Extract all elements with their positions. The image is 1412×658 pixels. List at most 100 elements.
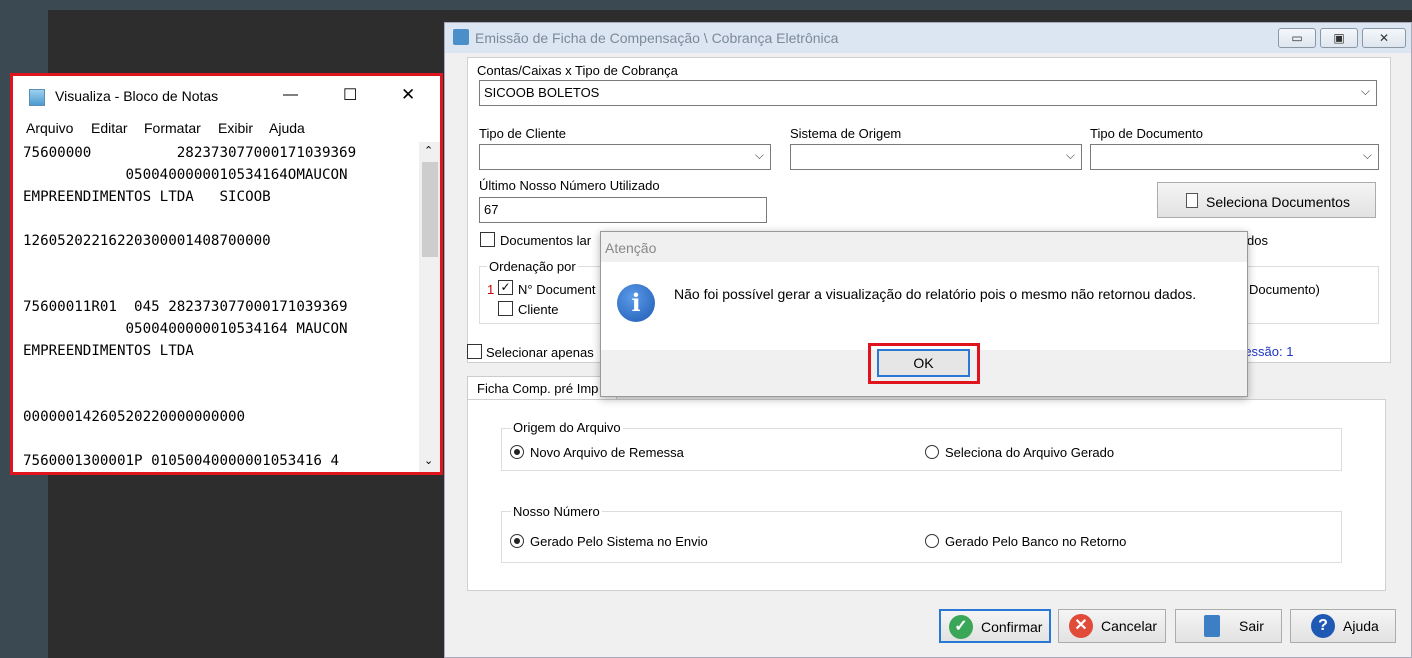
ultimo-nosso-numero-label: Último Nosso Número Utilizado <box>479 178 660 193</box>
tipo-documento-label: Tipo de Documento <box>1090 126 1203 141</box>
dos-label: dos <box>1247 233 1268 248</box>
notepad-text-area[interactable]: 75600000 282373077000171039369 050040000… <box>23 142 419 472</box>
documentos-label: Documentos lar <box>500 233 592 248</box>
check-circle-icon: ✓ <box>949 615 973 639</box>
sistema-origem-combo[interactable]: ⌵ <box>790 144 1082 170</box>
notepad-icon <box>29 89 45 106</box>
confirmar-button[interactable]: ✓ Confirmar <box>939 609 1051 643</box>
notepad-minimize-button[interactable]: — <box>283 86 298 103</box>
notepad-text-line <box>23 384 419 406</box>
exit-door-icon <box>1204 615 1220 637</box>
ajuda-label: Ajuda <box>1343 618 1379 634</box>
tipo-cliente-combo[interactable]: ⌵ <box>479 144 771 170</box>
dialog-titlebar: Emissão de Ficha de Compensação \ Cobran… <box>445 23 1411 53</box>
notepad-window: Visualiza - Bloco de Notas — ☐ ✕ Arquivo… <box>10 73 443 475</box>
notepad-text-line <box>23 208 419 230</box>
notepad-text-line: 0500400000010534164OMAUCON <box>23 167 348 183</box>
cancelar-label: Cancelar <box>1101 618 1158 634</box>
ordenacao-cliente-checkbox[interactable] <box>498 301 513 316</box>
menu-formatar[interactable]: Formatar <box>144 120 201 136</box>
scroll-down-icon[interactable]: ⌄ <box>424 454 433 467</box>
notepad-text-line: 75600000 282373077000171039369 <box>23 145 357 161</box>
alert-message: Não foi possível gerar a visualização do… <box>674 286 1197 302</box>
notepad-text-line: 00000014260520220000000000 <box>23 409 246 425</box>
impressao-label: ressão: 1 <box>1240 344 1294 359</box>
ordenacao-cliente-label: Cliente <box>518 302 559 317</box>
dialog-close-button[interactable]: ✕ <box>1362 28 1406 48</box>
gerado-banco-label: Gerado Pelo Banco no Retorno <box>945 534 1127 549</box>
ok-button[interactable]: OK <box>877 349 970 377</box>
scroll-up-icon[interactable]: ⌃ <box>424 144 433 157</box>
notepad-text-line <box>23 252 419 274</box>
document-search-icon <box>1186 193 1198 208</box>
contas-value: SICOOB BOLETOS <box>484 85 600 100</box>
notepad-text-line <box>23 362 419 384</box>
notepad-text-line: 75600011R01 045 282373077000171039369 <box>23 299 348 315</box>
alert-body: i Não foi possível gerar a visualização … <box>601 262 1247 350</box>
selecionar-apenas-checkbox[interactable] <box>467 344 482 359</box>
nosso-numero-label: Nosso Número <box>511 504 602 519</box>
ordenacao-documento-checkbox[interactable]: ✓ <box>498 280 513 295</box>
novo-arquivo-radio[interactable] <box>510 445 524 459</box>
notepad-text-line: EMPREENDIMENTOS LTDA SICOOB <box>23 189 271 205</box>
cancelar-button[interactable]: ✕ Cancelar <box>1058 609 1166 643</box>
ajuda-button[interactable]: ? Ajuda <box>1290 609 1396 643</box>
alert-dialog: Atenção i Não foi possível gerar a visua… <box>600 231 1248 397</box>
notepad-text-line <box>23 274 419 296</box>
contas-combo[interactable]: SICOOB BOLETOS ⌵ <box>479 80 1377 106</box>
info-icon: i <box>617 284 655 322</box>
scroll-thumb[interactable] <box>422 162 438 257</box>
documento-label: Documento) <box>1249 282 1320 297</box>
tab-ficha-comp[interactable]: Ficha Comp. pré Imp <box>467 376 617 400</box>
notepad-text-line: EMPREENDIMENTOS LTDA <box>23 343 194 359</box>
gerado-banco-radio[interactable] <box>925 534 939 548</box>
documentos-checkbox[interactable] <box>480 232 495 247</box>
ultimo-nosso-numero-input[interactable]: 67 <box>479 197 767 223</box>
chevron-down-icon: ⌵ <box>1065 148 1075 162</box>
novo-arquivo-label: Novo Arquivo de Remessa <box>530 445 684 460</box>
chevron-down-icon: ⌵ <box>1360 84 1370 98</box>
alert-title: Atenção <box>605 240 657 256</box>
ordenacao-documento-label: N° Document <box>518 282 596 297</box>
seleciona-arquivo-radio[interactable] <box>925 445 939 459</box>
cancel-icon: ✕ <box>1069 614 1093 638</box>
contas-label: Contas/Caixas x Tipo de Cobrança <box>477 63 678 78</box>
ultimo-nosso-numero-value: 67 <box>484 202 499 217</box>
seleciona-documentos-button[interactable]: Seleciona Documentos <box>1157 182 1376 218</box>
notepad-text-line: 12605202216220300001408700000 <box>23 233 271 249</box>
menu-arquivo[interactable]: Arquivo <box>26 120 73 136</box>
tipo-documento-combo[interactable]: ⌵ <box>1090 144 1379 170</box>
notepad-maximize-button[interactable]: ☐ <box>343 85 357 105</box>
sair-button[interactable]: Sair <box>1175 609 1282 643</box>
gerado-sistema-label: Gerado Pelo Sistema no Envio <box>530 534 708 549</box>
notepad-text-line <box>23 428 419 450</box>
sair-label: Sair <box>1239 618 1264 634</box>
selecionar-apenas-label: Selecionar apenas <box>486 345 594 360</box>
ordenacao-order-number: 1 <box>487 282 495 297</box>
origem-arquivo-label: Origem do Arquivo <box>511 420 623 435</box>
confirmar-label: Confirmar <box>981 619 1043 635</box>
app-icon <box>453 29 469 45</box>
dialog-minimize-button[interactable]: ▭ <box>1278 28 1316 48</box>
ok-label: OK <box>913 355 934 371</box>
ordenacao-label: Ordenação por <box>487 259 578 274</box>
menu-ajuda[interactable]: Ajuda <box>269 120 305 136</box>
tab-ficha-comp-label: Ficha Comp. pré Imp <box>477 381 599 396</box>
sistema-origem-label: Sistema de Origem <box>790 126 902 141</box>
notepad-titlebar: Visualiza - Bloco de Notas — ☐ ✕ <box>13 76 440 114</box>
notepad-text-line: 0500400000010534164 MAUCON <box>23 321 348 337</box>
seleciona-arquivo-label: Seleciona do Arquivo Gerado <box>945 445 1115 460</box>
menu-exibir[interactable]: Exibir <box>218 120 253 136</box>
seleciona-documentos-label: Seleciona Documentos <box>1206 194 1350 210</box>
dialog-title: Emissão de Ficha de Compensação \ Cobran… <box>475 30 839 46</box>
dialog-maximize-button[interactable]: ▣ <box>1320 28 1358 48</box>
notepad-text-line: 7560001300001P 01050040000001053416 4 <box>23 453 340 469</box>
notepad-scrollbar[interactable]: ⌃ ⌄ <box>419 142 440 472</box>
chevron-down-icon: ⌵ <box>1362 148 1372 162</box>
gerado-sistema-radio[interactable] <box>510 534 524 548</box>
help-icon: ? <box>1311 614 1335 638</box>
chevron-down-icon: ⌵ <box>754 148 764 162</box>
tipo-cliente-label: Tipo de Cliente <box>479 126 566 141</box>
menu-editar[interactable]: Editar <box>91 120 128 136</box>
notepad-close-button[interactable]: ✕ <box>401 85 415 105</box>
